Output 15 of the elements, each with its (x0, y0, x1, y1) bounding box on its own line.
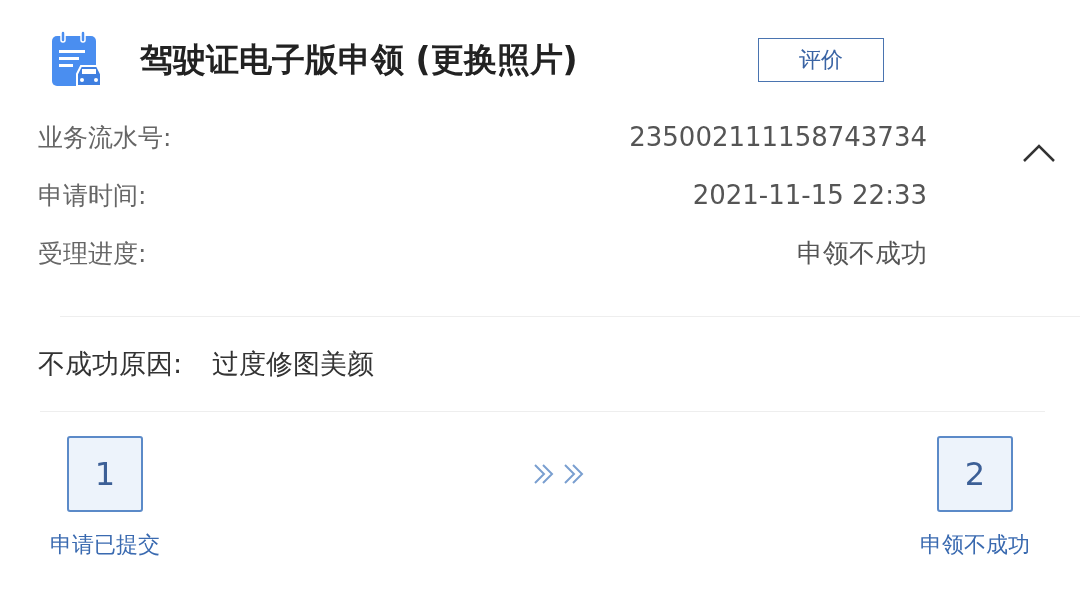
step-label: 申领不成功 (920, 531, 1030, 559)
field-value: 235002111158743734 (629, 122, 927, 152)
field-label: 受理进度: (38, 237, 147, 270)
step-number: 1 (67, 436, 143, 512)
field-value: 2021-11-15 22:33 (692, 180, 927, 210)
page-title: 驾驶证电子版申领 (更换照片) (140, 38, 579, 81)
field-label: 申请时间: (38, 179, 147, 212)
step-label: 申请已提交 (50, 531, 160, 559)
field-label: 业务流水号: (38, 121, 172, 154)
step-number: 2 (937, 436, 1013, 512)
rate-button[interactable]: 评价 (758, 38, 884, 82)
collapse-chevron-icon[interactable] (1022, 143, 1056, 163)
reason-value: 过度修图美颜 (212, 347, 375, 381)
reason-label: 不成功原因: (38, 347, 183, 381)
field-value: 申领不成功 (797, 236, 927, 270)
